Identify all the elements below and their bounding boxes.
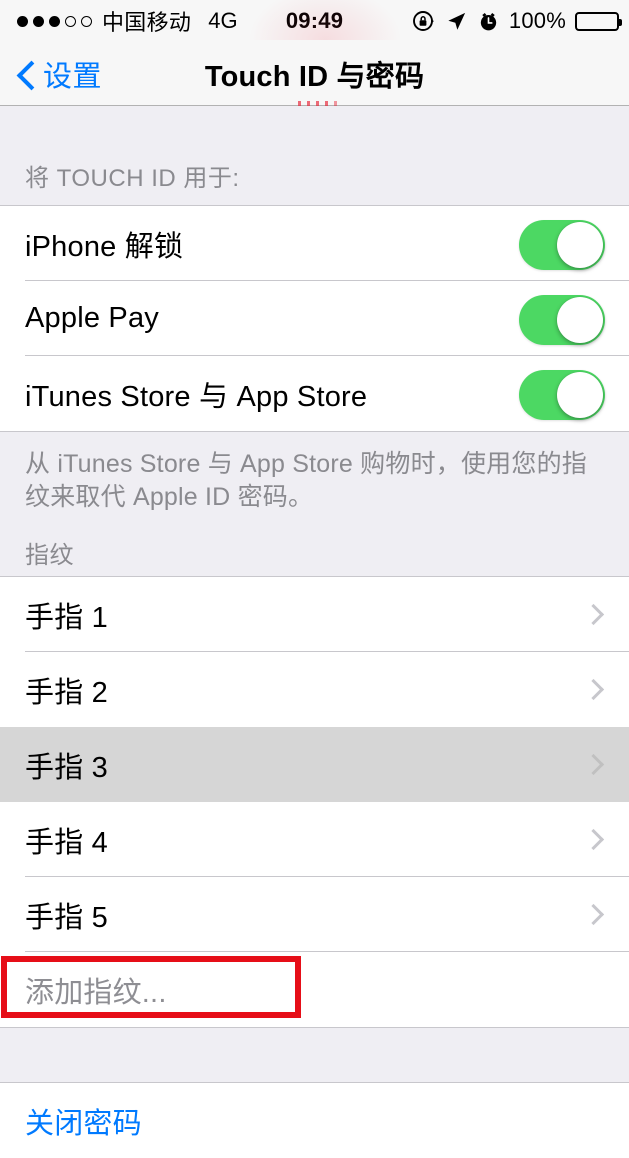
touch-id-use-footer-note: 从 iTunes Store 与 App Store 购物时，使用您的指纹来取代… bbox=[0, 432, 629, 515]
row-label: 手指 5 bbox=[25, 901, 108, 934]
row-fingerprint-4[interactable]: 手指 4 bbox=[0, 802, 629, 877]
row-itunes-app-store[interactable]: iTunes Store 与 App Store bbox=[0, 356, 629, 431]
row-fingerprint-3[interactable]: 手指 3 bbox=[0, 727, 629, 802]
row-fingerprint-1[interactable]: 手指 1 bbox=[0, 577, 629, 652]
row-turn-off-passcode[interactable]: 关闭密码 bbox=[0, 1083, 629, 1158]
fingerprints-group: 手指 1 手指 2 手指 3 手指 4 手指 5 添加指纹... bbox=[0, 576, 629, 1028]
passcode-group: 关闭密码 bbox=[0, 1082, 629, 1158]
toggle-iphone-unlock[interactable] bbox=[519, 219, 605, 270]
toggle-knob bbox=[557, 221, 603, 268]
toggle-knob bbox=[557, 371, 603, 418]
row-label: 手指 2 bbox=[25, 676, 108, 709]
row-label: 手指 3 bbox=[25, 751, 108, 784]
chevron-left-icon bbox=[14, 63, 36, 85]
row-iphone-unlock[interactable]: iPhone 解锁 bbox=[0, 206, 629, 281]
status-bar-right: 100% bbox=[412, 8, 622, 34]
row-add-fingerprint[interactable]: 添加指纹... bbox=[0, 952, 629, 1027]
back-button[interactable]: 设置 bbox=[14, 53, 102, 95]
battery-percent-label: 100% bbox=[508, 8, 566, 33]
chevron-right-icon bbox=[582, 903, 605, 925]
row-fingerprint-5[interactable]: 手指 5 bbox=[0, 877, 629, 952]
navigation-bar: 设置 Touch ID 与密码 bbox=[0, 0, 629, 108]
toggle-itunes-app-store[interactable] bbox=[519, 369, 605, 420]
fingerprints-section-header: 从 iTunes Store 与 App Store 购物时，使用您的指纹来取代… bbox=[0, 432, 629, 576]
row-fingerprint-2[interactable]: 手指 2 bbox=[0, 652, 629, 727]
chevron-right-icon bbox=[582, 603, 605, 625]
passcode-section-gap bbox=[0, 1028, 629, 1082]
turn-off-passcode-label: 关闭密码 bbox=[25, 1107, 142, 1140]
status-bar: 中国移动 4G 09:49 100% bbox=[0, 0, 629, 42]
iphone-screen: 中国移动 4G 09:49 100% 设置 Touch ID 与密码 将 TOU… bbox=[0, 0, 629, 1158]
row-label: Apple Pay bbox=[25, 302, 159, 334]
toggle-knob bbox=[557, 296, 603, 343]
touch-id-use-header-label: 将 TOUCH ID 用于: bbox=[25, 165, 240, 192]
chevron-right-icon bbox=[582, 828, 605, 850]
row-label: 手指 1 bbox=[25, 601, 108, 634]
alarm-clock-icon bbox=[477, 10, 500, 33]
location-arrow-icon bbox=[445, 10, 468, 33]
add-fingerprint-label: 添加指纹... bbox=[25, 976, 167, 1009]
row-label: 手指 4 bbox=[25, 826, 108, 859]
touch-id-use-section-header: 将 TOUCH ID 用于: bbox=[0, 106, 629, 205]
row-label: iTunes Store 与 App Store bbox=[25, 380, 368, 413]
battery-icon bbox=[575, 11, 622, 31]
chevron-right-icon bbox=[582, 753, 605, 775]
back-button-label: 设置 bbox=[43, 60, 103, 93]
chevron-right-icon bbox=[582, 678, 605, 700]
fingerprints-header-label: 指纹 bbox=[25, 541, 74, 569]
rotation-lock-icon bbox=[412, 9, 436, 33]
row-label: iPhone 解锁 bbox=[25, 230, 184, 263]
touch-id-use-group: iPhone 解锁 Apple Pay iTunes Store 与 App S… bbox=[0, 205, 629, 432]
row-apple-pay[interactable]: Apple Pay bbox=[0, 281, 629, 356]
toggle-apple-pay[interactable] bbox=[519, 294, 605, 345]
